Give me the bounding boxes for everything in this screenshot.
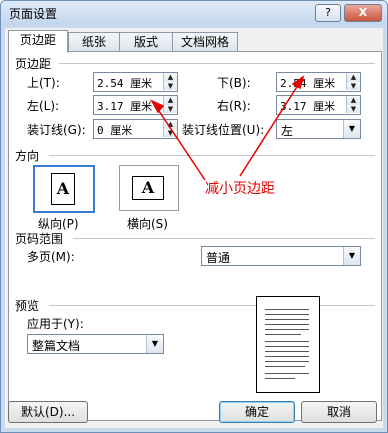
preview-line <box>265 314 309 315</box>
default-button[interactable]: 默认(D)... <box>8 401 88 423</box>
spin-down-icon[interactable]: ▼ <box>163 129 177 137</box>
preview-divider <box>49 305 375 306</box>
title-bar: 页面设置 ? X <box>1 1 387 25</box>
top-margin-value: 2.54 厘米 <box>97 77 153 90</box>
apply-to-select[interactable]: 整篇文档 ▼ <box>27 334 164 354</box>
landscape-page-icon: A <box>132 176 164 200</box>
tab-margins[interactable]: 页边距 <box>8 30 68 53</box>
preview-line <box>265 356 309 357</box>
spin-down-icon[interactable]: ▼ <box>346 82 360 90</box>
preview-line <box>265 334 301 335</box>
preview-line <box>265 309 309 310</box>
page-setup-dialog: 页面设置 ? X 页边距 纸张 版式 文档网格 页边距 上(T): 2.54 厘… <box>0 0 388 433</box>
orientation-divider <box>49 155 375 156</box>
gutter-value: 0 厘米 <box>97 124 133 137</box>
left-margin-label: 左(L): <box>27 99 60 113</box>
left-margin-value: 3.17 厘米 <box>97 100 153 113</box>
cancel-button[interactable]: 取消 <box>301 401 377 423</box>
apply-to-label: 应用于(Y): <box>27 317 84 331</box>
multiple-pages-select[interactable]: 普通 ▼ <box>201 246 361 266</box>
close-button[interactable]: X <box>344 4 382 22</box>
tab-doc-grid[interactable]: 文档网格 <box>172 32 238 52</box>
tab-layout[interactable]: 版式 <box>119 32 173 52</box>
preview-line <box>265 341 309 342</box>
top-margin-label: 上(T): <box>27 76 60 90</box>
preview-line <box>265 324 309 325</box>
preview-group-label: 预览 <box>15 299 40 313</box>
help-button[interactable]: ? <box>315 4 341 22</box>
right-margin-value: 3.17 厘米 <box>280 100 336 113</box>
margins-group-label: 页边距 <box>15 57 52 71</box>
portrait-option[interactable]: A <box>33 165 95 213</box>
annotation-text: 减小页边距 <box>205 181 275 197</box>
preview-line <box>265 366 305 367</box>
page-range-group-label: 页码范围 <box>15 232 64 246</box>
bottom-margin-label: 下(B): <box>217 76 251 90</box>
right-margin-spinner[interactable]: 3.17 厘米 ▲ ▼ <box>276 95 361 115</box>
spin-down-icon[interactable]: ▼ <box>346 105 360 113</box>
page-range-divider <box>73 238 375 239</box>
chevron-down-icon[interactable]: ▼ <box>343 120 360 138</box>
gutter-position-label: 装订线位置(U): <box>182 123 265 137</box>
spin-down-icon[interactable]: ▼ <box>163 82 177 90</box>
top-margin-spinner[interactable]: 2.54 厘米 ▲ ▼ <box>93 72 178 92</box>
preview-line <box>265 373 309 374</box>
preview-line <box>265 329 309 330</box>
orientation-group-label: 方向 <box>15 149 40 163</box>
landscape-label: 横向(S) <box>127 217 168 231</box>
page-preview <box>256 296 320 393</box>
ok-button[interactable]: 确定 <box>219 401 295 423</box>
chevron-down-icon[interactable]: ▼ <box>343 247 360 265</box>
bottom-margin-value: 2.54 厘米 <box>280 77 336 90</box>
apply-to-value: 整篇文档 <box>32 339 81 353</box>
dialog-body: 页边距 纸张 版式 文档网格 页边距 上(T): 2.54 厘米 ▲ ▼ 下(B… <box>5 28 383 428</box>
left-margin-spinner[interactable]: 3.17 厘米 ▲ ▼ <box>93 95 178 115</box>
right-margin-label: 右(R): <box>217 99 251 113</box>
gutter-spinner[interactable]: 0 厘米 ▲ ▼ <box>93 119 178 139</box>
window-title: 页面设置 <box>9 7 58 21</box>
bottom-margin-spinner[interactable]: 2.54 厘米 ▲ ▼ <box>276 72 361 92</box>
gutter-position-value: 左 <box>281 124 294 138</box>
portrait-page-icon: A <box>51 173 75 205</box>
margins-divider <box>59 63 375 64</box>
preview-line <box>265 319 309 320</box>
multiple-pages-value: 普通 <box>206 251 231 265</box>
margins-panel: 页边距 上(T): 2.54 厘米 ▲ ▼ 下(B): 2.54 厘米 ▲ ▼ … <box>8 51 382 421</box>
preview-line <box>265 346 309 347</box>
preview-line <box>265 361 309 362</box>
preview-line <box>265 351 309 352</box>
preview-line <box>265 378 295 379</box>
gutter-position-select[interactable]: 左 ▼ <box>276 119 361 139</box>
chevron-down-icon[interactable]: ▼ <box>146 335 163 353</box>
spin-down-icon[interactable]: ▼ <box>163 105 177 113</box>
gutter-label: 装订线(G): <box>27 123 86 137</box>
tab-paper[interactable]: 纸张 <box>68 32 120 52</box>
landscape-option[interactable]: A <box>119 165 179 211</box>
multiple-pages-label: 多页(M): <box>27 250 75 264</box>
